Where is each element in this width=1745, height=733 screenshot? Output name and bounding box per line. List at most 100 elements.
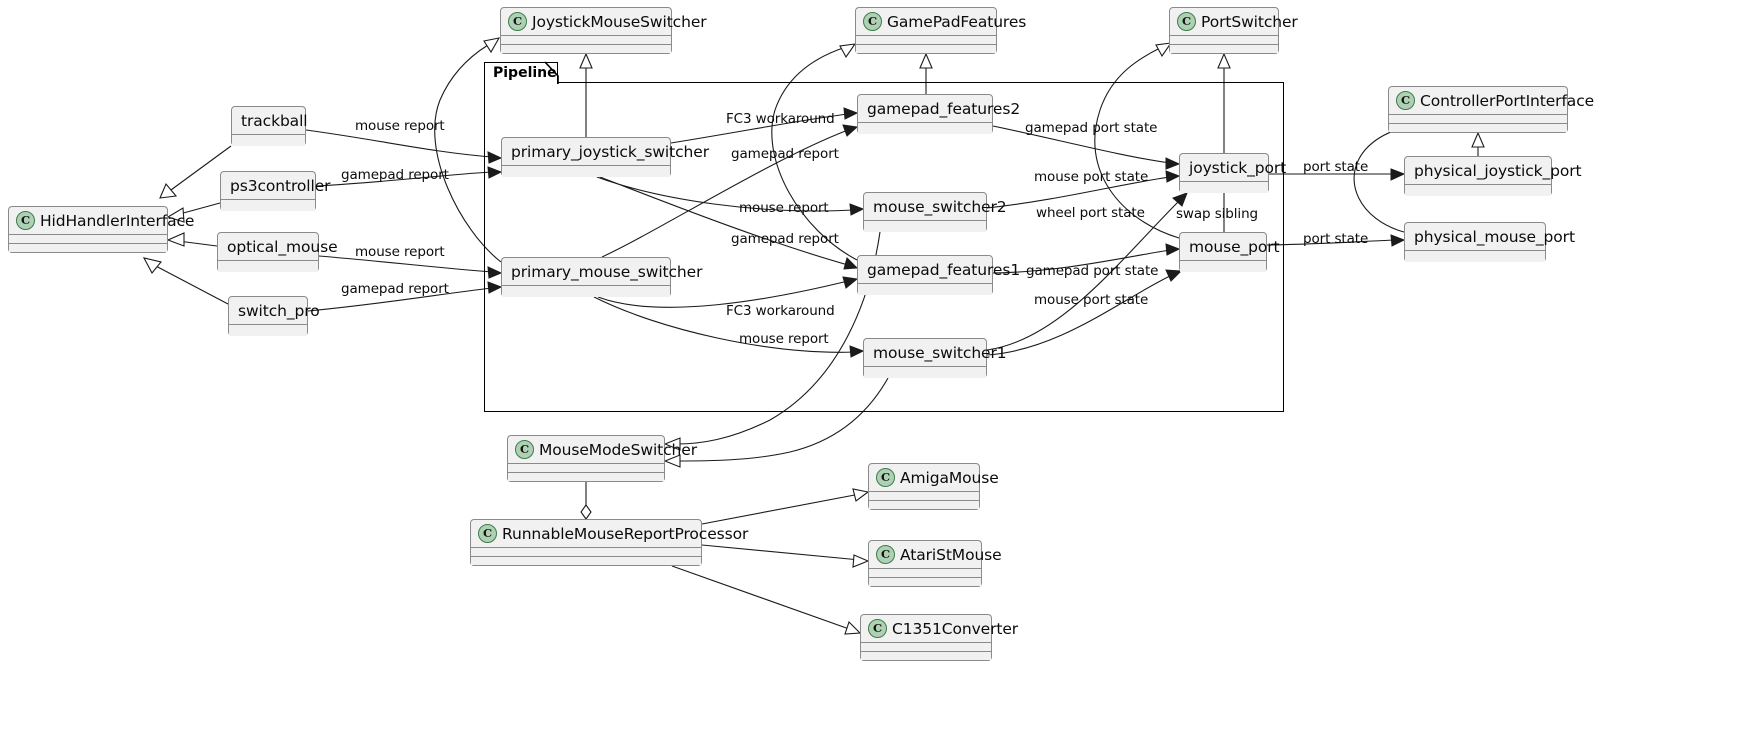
class-gamepadfeatures[interactable]: C GamePadFeatures: [855, 7, 1026, 54]
object-name: physical_mouse_port: [1414, 227, 1575, 246]
edge-trackball-primaryjoystick: [305, 129, 503, 164]
class-title: C MouseModeSwitcher: [508, 436, 697, 463]
edge-runnable-c1351converter: [671, 565, 862, 635]
edge-runnable-ataristmouse: [701, 544, 870, 568]
object-physical-joystick-port[interactable]: physical_joystick_port: [1404, 156, 1582, 196]
object-gamepad-features1[interactable]: gamepad_features1: [857, 255, 1020, 295]
class-name: PortSwitcher: [1201, 12, 1298, 31]
class-hidhandlerinterface[interactable]: C HidHandlerInterface: [8, 206, 194, 253]
class-stereotype-icon: C: [1177, 12, 1196, 31]
class-stereotype-icon: C: [876, 468, 895, 487]
object-mouse-port[interactable]: mouse_port: [1179, 232, 1280, 272]
object-name: trackball: [241, 111, 308, 130]
object-title: switch_pro: [229, 297, 320, 324]
attributes-compartment: [869, 569, 981, 577]
class-amigamouse[interactable]: C AmigaMouse: [868, 463, 999, 510]
class-name: C1351Converter: [892, 619, 1019, 638]
object-title: physical_mouse_port: [1405, 223, 1575, 250]
class-title: C AmigaMouse: [869, 464, 999, 491]
object-optical-mouse[interactable]: optical_mouse: [217, 232, 338, 272]
object-compartment: [858, 123, 992, 134]
class-c1351converter[interactable]: C C1351Converter: [860, 614, 1018, 661]
object-trackball[interactable]: trackball: [231, 106, 308, 146]
object-ps3controller[interactable]: ps3controller: [220, 171, 331, 211]
object-title: mouse_switcher1: [864, 339, 1007, 366]
class-stereotype-icon: C: [863, 12, 882, 31]
edge-label-gamepad-report-joystick: gamepad report: [731, 146, 839, 162]
class-name: JoystickMouseSwitcher: [532, 12, 707, 31]
object-title: joystick_port: [1180, 154, 1286, 181]
class-mousemodeswitcher[interactable]: C MouseModeSwitcher: [507, 435, 697, 482]
edge-label-fc3-workaround-bottom: FC3 workaround: [726, 303, 835, 319]
object-name: switch_pro: [238, 301, 320, 320]
class-joystickmouseswitcher[interactable]: C JoystickMouseSwitcher: [500, 7, 707, 54]
class-ataristmouse[interactable]: C AtariStMouse: [868, 540, 1002, 587]
methods-compartment: [861, 652, 991, 660]
class-stereotype-icon: C: [876, 545, 895, 564]
object-switch-pro[interactable]: switch_pro: [228, 296, 320, 336]
attributes-compartment: [471, 548, 701, 556]
edge-physicaljoystickport-controllerportinterface: [1471, 131, 1485, 156]
object-gamepad-features2[interactable]: gamepad_features2: [857, 94, 1020, 134]
class-title: C JoystickMouseSwitcher: [501, 8, 707, 35]
attributes-compartment: [1389, 115, 1567, 123]
object-mouse-switcher2[interactable]: mouse_switcher2: [863, 192, 1007, 232]
object-mouse-switcher1[interactable]: mouse_switcher1: [863, 338, 1007, 378]
object-compartment: [864, 221, 986, 232]
class-title: C AtariStMouse: [869, 541, 1002, 568]
class-name: MouseModeSwitcher: [539, 440, 697, 459]
object-title: primary_mouse_switcher: [502, 258, 702, 285]
edge-label-port-state-mouse: port state: [1303, 231, 1369, 247]
object-compartment: [1405, 185, 1551, 196]
object-primary-joystick-switcher[interactable]: primary_joystick_switcher: [501, 137, 709, 177]
class-stereotype-icon: C: [1396, 91, 1415, 110]
attributes-compartment: [501, 36, 671, 44]
class-title: C GamePadFeatures: [856, 8, 1026, 35]
object-title: ps3controller: [221, 172, 331, 199]
attributes-compartment: [856, 36, 996, 44]
object-physical-mouse-port[interactable]: physical_mouse_port: [1404, 222, 1575, 262]
object-joystick-port[interactable]: joystick_port: [1179, 153, 1286, 193]
edge-label-port-state-joystick: port state: [1303, 159, 1369, 175]
class-runnablemousereportprocessor[interactable]: C RunnableMouseReportProcessor: [470, 519, 748, 566]
object-title: trackball: [232, 107, 308, 134]
class-controllerportinterface[interactable]: C ControllerPortInterface: [1388, 86, 1594, 133]
edge-runnable-amigamouse: [701, 488, 870, 525]
class-stereotype-icon: C: [478, 524, 497, 543]
class-title: C PortSwitcher: [1170, 8, 1298, 35]
object-name: mouse_port: [1189, 237, 1280, 256]
object-name: optical_mouse: [227, 237, 338, 256]
edge-label-gamepad-port-state-top: gamepad port state: [1025, 120, 1158, 136]
object-name: physical_joystick_port: [1414, 161, 1582, 180]
object-compartment: [502, 286, 670, 297]
class-stereotype-icon: C: [508, 12, 527, 31]
class-portswitcher[interactable]: C PortSwitcher: [1169, 7, 1298, 54]
methods-compartment: [501, 45, 671, 53]
class-name: AtariStMouse: [900, 545, 1002, 564]
methods-compartment: [471, 557, 701, 565]
object-title: physical_joystick_port: [1405, 157, 1582, 184]
edge-label-mouse-report-switcher2: mouse report: [739, 200, 829, 216]
class-title: C HidHandlerInterface: [9, 207, 194, 234]
edge-label-mouse-port-state-bottom: mouse port state: [1034, 292, 1149, 308]
methods-compartment: [1170, 45, 1278, 53]
class-name: HidHandlerInterface: [40, 211, 195, 230]
edge-mousemodeswitcher-runnablemousereportprocessor: [580, 482, 592, 520]
edge-switchpro-hidhandler: [142, 257, 229, 305]
attributes-compartment: [508, 464, 664, 472]
object-title: gamepad_features1: [858, 256, 1020, 283]
class-title: C RunnableMouseReportProcessor: [471, 520, 748, 547]
object-title: gamepad_features2: [858, 95, 1020, 122]
object-compartment: [218, 261, 318, 272]
methods-compartment: [869, 501, 979, 509]
object-primary-mouse-switcher[interactable]: primary_mouse_switcher: [501, 257, 702, 297]
class-diagram-canvas: Pipeline C JoystickMouseSwitcher C GameP…: [0, 0, 1745, 733]
object-title: optical_mouse: [218, 233, 338, 260]
object-name: joystick_port: [1189, 158, 1287, 177]
attributes-compartment: [861, 643, 991, 651]
object-compartment: [232, 135, 305, 146]
object-name: primary_mouse_switcher: [511, 262, 703, 281]
object-title: mouse_port: [1180, 233, 1280, 260]
class-name: AmigaMouse: [900, 468, 999, 487]
object-compartment: [1180, 261, 1266, 272]
